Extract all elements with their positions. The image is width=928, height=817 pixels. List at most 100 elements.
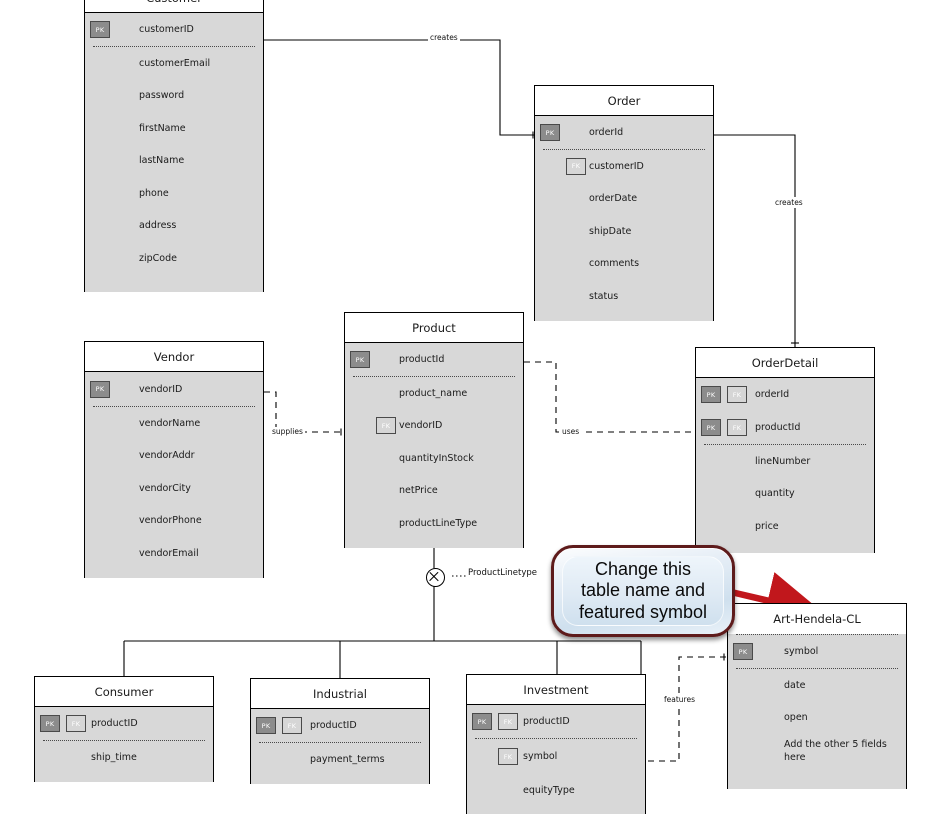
attribute-row[interactable]: date xyxy=(728,669,906,702)
entity-order[interactable]: Order PK orderId FK customerID orderDate… xyxy=(534,85,714,321)
attribute-row[interactable]: vendorEmail xyxy=(85,537,263,570)
attribute-row[interactable]: status xyxy=(535,280,713,313)
attribute-name: lineNumber xyxy=(755,455,811,467)
pk-badge: PK xyxy=(733,643,753,660)
attribute-row[interactable]: Add the other 5 fields here xyxy=(728,734,906,767)
fk-badge: FK xyxy=(282,717,302,734)
entity-title-orderdetail: OrderDetail xyxy=(696,348,874,378)
attribute-name: netPrice xyxy=(399,485,438,497)
attribute-row[interactable]: lastName xyxy=(85,145,263,178)
pk-badge: PK xyxy=(90,380,110,398)
attribute-row[interactable]: price xyxy=(696,510,874,543)
attribute-row[interactable]: ship_time xyxy=(35,741,213,774)
callout-line-3: featured symbol xyxy=(578,601,708,622)
pk-badge: PK xyxy=(472,713,492,730)
entity-consumer[interactable]: Consumer PK FK productID ship_time xyxy=(34,676,214,782)
attribute-row[interactable]: FK symbol xyxy=(467,739,645,774)
attribute-row[interactable]: customerEmail xyxy=(85,47,263,80)
pk-badge: PK xyxy=(701,419,721,436)
attribute-name: productId xyxy=(755,422,801,433)
entity-industrial[interactable]: Industrial PK FK productID payment_terms xyxy=(250,678,430,784)
attribute-row[interactable]: equityType xyxy=(467,774,645,807)
entity-orderdetail[interactable]: OrderDetail PK FK orderId PK FK productI… xyxy=(695,347,875,553)
attribute-row[interactable]: product_name xyxy=(345,377,523,410)
attribute-name: vendorCity xyxy=(139,482,191,494)
attribute-name: productLineType xyxy=(399,517,478,529)
attribute-name: password xyxy=(139,90,185,102)
attribute-row[interactable]: vendorPhone xyxy=(85,505,263,538)
relationship-label-supplies: supplies xyxy=(270,427,305,436)
attribute-row[interactable]: comments xyxy=(535,248,713,281)
attribute-row[interactable]: PK FK productId xyxy=(696,411,874,444)
attribute-name: zipCode xyxy=(139,252,177,264)
attribute-row[interactable]: lineNumber xyxy=(696,445,874,478)
entity-investment[interactable]: Investment PK FK productID FK symbol equ… xyxy=(466,674,646,814)
pk-badge: PK xyxy=(256,717,276,734)
relationship-label-creates-customer-order: creates xyxy=(428,33,460,42)
attribute-name: equityType xyxy=(523,784,575,796)
entity-product[interactable]: Product PK productId product_name FK ven… xyxy=(344,312,524,548)
attribute-row[interactable]: zipCode xyxy=(85,242,263,275)
attribute-row[interactable]: PK FK productID xyxy=(35,707,213,740)
attribute-name: orderId xyxy=(755,389,790,400)
attribute-row[interactable]: payment_terms xyxy=(251,743,429,776)
attribute-row[interactable]: firstName xyxy=(85,112,263,145)
pk-badge: PK xyxy=(40,715,60,732)
pk-badge: PK xyxy=(540,124,560,141)
attribute-name: productID xyxy=(523,716,570,727)
attribute-row[interactable]: quantityInStock xyxy=(345,442,523,475)
attribute-row[interactable]: PK FK orderId xyxy=(696,378,874,411)
pk-badge: PK xyxy=(701,386,721,403)
attribute-row[interactable]: PK vendorID xyxy=(85,372,263,406)
attribute-row[interactable]: password xyxy=(85,80,263,113)
attribute-row[interactable]: shipDate xyxy=(535,215,713,248)
attribute-row[interactable]: PK symbol xyxy=(728,635,906,668)
relationship-label-uses: uses xyxy=(560,427,582,436)
fk-badge: FK xyxy=(498,748,518,765)
fk-badge: FK xyxy=(727,386,747,403)
attribute-name: vendorEmail xyxy=(139,547,199,559)
attribute-row[interactable]: PK productId xyxy=(345,343,523,376)
attribute-row[interactable]: orderDate xyxy=(535,183,713,216)
attribute-name: open xyxy=(784,712,808,724)
attribute-name: productID xyxy=(310,720,357,731)
entity-title-customer: Customer xyxy=(85,0,263,13)
attribute-row[interactable]: PK orderId xyxy=(535,116,713,149)
attribute-row[interactable]: PK FK productID xyxy=(467,705,645,738)
attribute-name: vendorID xyxy=(139,383,183,395)
pk-badge: PK xyxy=(90,21,110,38)
entity-art-hendela-cl[interactable]: Art-Hendela-CL PK symbol date open Add t… xyxy=(727,603,907,789)
attribute-row[interactable]: phone xyxy=(85,177,263,210)
attribute-name: vendorName xyxy=(139,417,201,429)
pk-badge: PK xyxy=(350,351,370,368)
attribute-row[interactable]: FK vendorID xyxy=(345,410,523,443)
attribute-name: price xyxy=(755,520,779,532)
attribute-name: customerID xyxy=(139,24,194,35)
attribute-name: status xyxy=(589,290,619,302)
entity-customer[interactable]: Customer PK customerID customerEmail pas… xyxy=(84,0,264,292)
attribute-row[interactable]: address xyxy=(85,210,263,243)
entity-title-order: Order xyxy=(535,86,713,116)
callout-line-2: table name and xyxy=(580,580,706,601)
attribute-row[interactable]: vendorAddr xyxy=(85,440,263,473)
attribute-name: quantityInStock xyxy=(399,452,474,464)
attribute-row[interactable]: PK customerID xyxy=(85,13,263,46)
attribute-row[interactable]: quantity xyxy=(696,478,874,511)
attribute-row[interactable]: PK FK productID xyxy=(251,709,429,742)
attribute-row[interactable]: vendorCity xyxy=(85,472,263,505)
er-diagram-canvas: creates creates supplies uses features P… xyxy=(0,0,928,817)
attribute-row[interactable]: productLineType xyxy=(345,507,523,540)
attribute-name: symbol xyxy=(784,646,819,657)
entity-title-industrial: Industrial xyxy=(251,679,429,709)
attribute-row[interactable]: open xyxy=(728,702,906,735)
attribute-row[interactable]: FK customerID xyxy=(535,150,713,183)
attribute-name: payment_terms xyxy=(310,753,385,765)
attribute-name: shipDate xyxy=(589,225,632,237)
attribute-row[interactable]: vendorName xyxy=(85,407,263,440)
attribute-row[interactable]: netPrice xyxy=(345,475,523,508)
attribute-name: ship_time xyxy=(91,751,137,763)
relationship-label-features: features xyxy=(662,694,697,705)
entity-vendor[interactable]: Vendor PK vendorID vendorName vendorAddr… xyxy=(84,341,264,578)
entity-title-product: Product xyxy=(345,313,523,343)
fk-badge: FK xyxy=(566,157,586,175)
